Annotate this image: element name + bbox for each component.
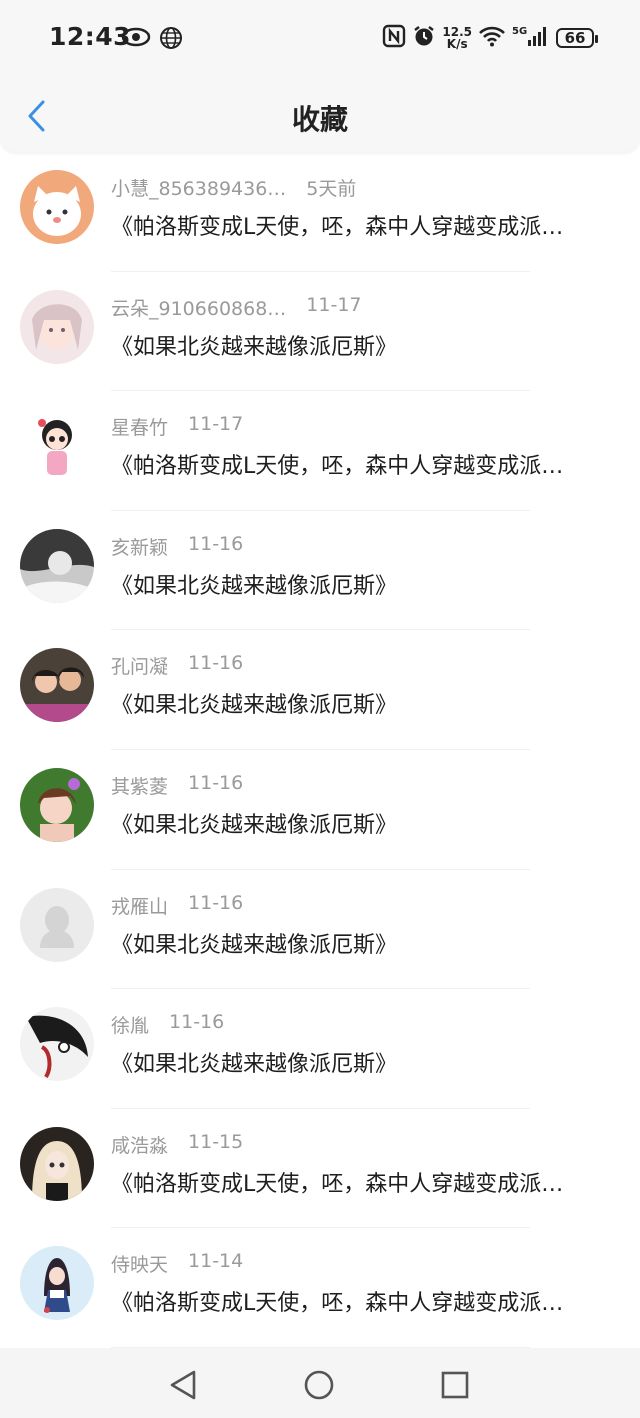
- post-title[interactable]: 《如果北炎越来越像派厄斯》: [111, 1046, 607, 1078]
- svg-text:5G: 5G: [512, 26, 527, 37]
- avatar[interactable]: [20, 170, 94, 244]
- user-name[interactable]: 孔问凝: [111, 652, 168, 679]
- list-item[interactable]: 侍映天 11-14 《帕洛斯变成L天使，呸，森中人穿越变成派…: [0, 1228, 640, 1348]
- post-time: 11-16: [169, 1011, 225, 1034]
- list-item[interactable]: 云朵_910660868… 11-17 《如果北炎越来越像派厄斯》: [0, 272, 640, 392]
- avatar[interactable]: [20, 409, 94, 484]
- post-title[interactable]: 《如果北炎越来越像派厄斯》: [111, 687, 607, 719]
- post-title[interactable]: 《帕洛斯变成L天使，呸，森中人穿越变成派…: [111, 209, 607, 241]
- post-title[interactable]: 《如果北炎越来越像派厄斯》: [111, 329, 607, 361]
- avatar[interactable]: [20, 648, 94, 723]
- user-name[interactable]: 亥新颖: [111, 533, 168, 560]
- user-name[interactable]: 小慧_856389436…: [111, 174, 286, 201]
- avatar[interactable]: [20, 1246, 94, 1321]
- post-time: 11-16: [188, 532, 244, 555]
- user-name[interactable]: 其紫菱: [111, 772, 168, 799]
- list-item[interactable]: 徐胤 11-16 《如果北炎越来越像派厄斯》: [0, 989, 640, 1109]
- avatar[interactable]: [20, 528, 94, 603]
- post-time: 11-14: [188, 1250, 244, 1273]
- list-item[interactable]: 亥新颖 11-16 《如果北炎越来越像派厄斯》: [0, 511, 640, 631]
- list-item[interactable]: 咸浩淼 11-15 《帕洛斯变成L天使，呸，森中人穿越变成派…: [0, 1109, 640, 1229]
- status-time: 12:43: [49, 22, 132, 51]
- system-nav-bar: [0, 1348, 640, 1418]
- post-time: 11-16: [188, 771, 244, 794]
- list-item[interactable]: 星春竹 11-17 《帕洛斯变成L天使，呸，森中人穿越变成派…: [0, 391, 640, 511]
- user-name[interactable]: 云朵_910660868…: [111, 294, 286, 321]
- user-name[interactable]: 侍映天: [111, 1250, 168, 1277]
- user-name[interactable]: 徐胤: [111, 1011, 149, 1038]
- avatar[interactable]: [20, 767, 94, 842]
- post-title[interactable]: 《如果北炎越来越像派厄斯》: [111, 568, 607, 600]
- post-time: 11-17: [188, 413, 244, 436]
- user-name[interactable]: 咸浩淼: [111, 1131, 168, 1158]
- status-bar: 12:43 12.5 K/s 5G 66: [0, 0, 640, 80]
- list-item[interactable]: 孔问凝 11-16 《如果北炎越来越像派厄斯》: [0, 630, 640, 750]
- nav-recents-button[interactable]: [438, 1368, 472, 1402]
- alarm-icon: [412, 24, 436, 52]
- post-time: 11-16: [188, 652, 244, 675]
- post-title[interactable]: 《如果北炎越来越像派厄斯》: [111, 807, 607, 839]
- user-name[interactable]: 戎雁山: [111, 892, 168, 919]
- post-title[interactable]: 《帕洛斯变成L天使，呸，森中人穿越变成派…: [111, 1166, 607, 1198]
- avatar[interactable]: [20, 1007, 94, 1082]
- avatar[interactable]: [20, 887, 94, 962]
- post-time: 11-16: [188, 891, 244, 914]
- battery-icon: 66: [556, 28, 598, 48]
- post-time: 11-17: [306, 293, 362, 316]
- globe-icon: [159, 26, 183, 54]
- list-item[interactable]: 其紫菱 11-16 《如果北炎越来越像派厄斯》: [0, 750, 640, 870]
- page-title: 收藏: [291, 103, 348, 136]
- network-speed: 12.5 K/s: [442, 25, 472, 51]
- nfc-icon: [382, 24, 406, 52]
- post-title[interactable]: 《如果北炎越来越像派厄斯》: [111, 927, 607, 959]
- circle-home-icon: [304, 1370, 334, 1400]
- nav-home-button[interactable]: [302, 1368, 336, 1402]
- list-item[interactable]: 小慧_856389436… 5天前 《帕洛斯变成L天使，呸，森中人穿越变成派…: [0, 152, 640, 272]
- triangle-back-icon: [170, 1370, 196, 1400]
- user-name[interactable]: 星春竹: [111, 413, 168, 440]
- wifi-icon: [478, 25, 506, 51]
- square-recents-icon: [441, 1371, 469, 1399]
- post-time: 11-15: [188, 1130, 244, 1153]
- post-title[interactable]: 《帕洛斯变成L天使，呸，森中人穿越变成派…: [111, 448, 607, 480]
- favorites-list: 小慧_856389436… 5天前 《帕洛斯变成L天使，呸，森中人穿越变成派… …: [0, 152, 640, 1348]
- signal-5g-icon: 5G: [512, 24, 550, 52]
- nav-back-button[interactable]: [166, 1368, 200, 1402]
- list-item[interactable]: 戎雁山 11-16 《如果北炎越来越像派厄斯》: [0, 870, 640, 990]
- avatar[interactable]: [20, 289, 94, 364]
- avatar[interactable]: [20, 1126, 94, 1201]
- app-header: 收藏: [0, 80, 640, 152]
- eye-icon: [121, 26, 151, 54]
- post-title[interactable]: 《帕洛斯变成L天使，呸，森中人穿越变成派…: [111, 1285, 607, 1317]
- post-time: 5天前: [306, 178, 357, 200]
